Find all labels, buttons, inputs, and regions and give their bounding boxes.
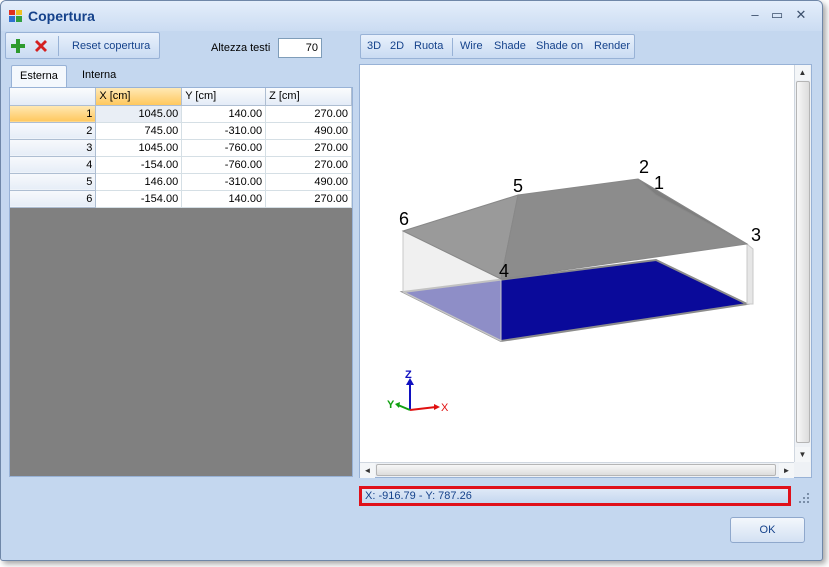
vertex-label-6: 6: [399, 209, 409, 229]
title-bar: Copertura – ▭ ✕: [1, 1, 822, 31]
roof-model-canvas[interactable]: 1 2 3 4 5 6 Z X Y: [360, 65, 794, 462]
coordinates-table: X [cm] Y [cm] Z [cm] 1 1045.00 140.00 27…: [10, 88, 352, 208]
scroll-up-icon[interactable]: ▲: [795, 65, 810, 80]
cell-z[interactable]: 270.00: [265, 105, 352, 123]
scroll-right-icon[interactable]: ►: [779, 463, 794, 478]
scroll-left-icon[interactable]: ◄: [360, 463, 375, 478]
altezza-testi-label: Altezza testi: [211, 42, 271, 54]
altezza-testi-input[interactable]: [278, 38, 322, 58]
table-row[interactable]: 5 146.00 -310.00 490.00: [10, 173, 352, 191]
minimize-button[interactable]: –: [747, 7, 763, 23]
view-3d-button[interactable]: 3D: [367, 40, 381, 52]
cell-z[interactable]: 270.00: [265, 190, 352, 208]
shade-button[interactable]: Shade: [494, 40, 526, 52]
cell-z[interactable]: 270.00: [265, 156, 352, 174]
tab-interna[interactable]: Interna: [74, 65, 124, 87]
cell-x[interactable]: 745.00: [95, 122, 183, 140]
view-toolbar: 3D 2D Ruota Wire Shade Shade on Render: [360, 34, 635, 59]
ok-button[interactable]: OK: [730, 517, 805, 543]
row-header[interactable]: 1: [10, 105, 97, 123]
render-button[interactable]: Render: [594, 40, 630, 52]
axis-y-label: Y: [387, 399, 395, 411]
grid-corner[interactable]: [10, 88, 97, 106]
rotate-button[interactable]: Ruota: [414, 40, 443, 52]
vertex-label-2: 2: [639, 157, 649, 177]
axis-z-label: Z: [405, 369, 412, 381]
vertex-label-5: 5: [513, 176, 523, 196]
cell-y[interactable]: -760.00: [181, 139, 267, 157]
cell-z[interactable]: 490.00: [265, 173, 352, 191]
cell-y[interactable]: 140.00: [181, 190, 267, 208]
vertical-scrollbar[interactable]: ▲ ▼: [794, 65, 811, 462]
table-row[interactable]: 1 1045.00 140.00 270.00: [10, 105, 352, 123]
scroll-down-icon[interactable]: ▼: [795, 447, 810, 462]
close-button[interactable]: ✕: [793, 7, 809, 23]
cell-x[interactable]: -154.00: [95, 190, 183, 208]
cell-x[interactable]: 146.00: [95, 173, 183, 191]
horizontal-scroll-thumb[interactable]: [376, 464, 776, 476]
row-header[interactable]: 3: [10, 139, 97, 157]
app-icon: [9, 10, 22, 22]
plus-icon[interactable]: [10, 38, 26, 54]
table-header-row: X [cm] Y [cm] Z [cm]: [10, 88, 352, 106]
reset-copertura-button[interactable]: Reset copertura: [66, 36, 156, 56]
copertura-window: Copertura – ▭ ✕ Reset copertura Altezza …: [0, 0, 823, 561]
column-header-z[interactable]: Z [cm]: [265, 88, 352, 106]
cell-z[interactable]: 490.00: [265, 122, 352, 140]
cell-x[interactable]: 1045.00: [95, 139, 183, 157]
column-header-y[interactable]: Y [cm]: [181, 88, 267, 106]
cell-x[interactable]: -154.00: [95, 156, 183, 174]
table-row[interactable]: 6 -154.00 140.00 270.00: [10, 190, 352, 208]
tab-esterna[interactable]: Esterna: [11, 65, 67, 87]
table-row[interactable]: 2 745.00 -310.00 490.00: [10, 122, 352, 140]
scroll-corner: [794, 462, 811, 477]
cell-x[interactable]: 1045.00: [95, 105, 183, 123]
edit-toolbar: Reset copertura: [5, 32, 160, 59]
cell-y[interactable]: -310.00: [181, 173, 267, 191]
coordinates-grid: X [cm] Y [cm] Z [cm] 1 1045.00 140.00 27…: [9, 87, 353, 477]
status-bar: X: -916.79 - Y: 787.26: [359, 486, 791, 506]
cell-z[interactable]: 270.00: [265, 139, 352, 157]
row-header[interactable]: 2: [10, 122, 97, 140]
axis-x-label: X: [441, 402, 449, 414]
row-header[interactable]: 4: [10, 156, 97, 174]
vertical-scroll-thumb[interactable]: [796, 81, 810, 443]
vertex-label-4: 4: [499, 261, 509, 281]
maximize-button[interactable]: ▭: [769, 7, 785, 23]
resize-grip-icon[interactable]: [797, 491, 811, 505]
vertex-label-1: 1: [654, 173, 664, 193]
vertex-label-3: 3: [751, 225, 761, 245]
axis-triad: Z X Y: [387, 369, 449, 414]
toolbar-separator: [452, 38, 453, 56]
shade-on-button[interactable]: Shade on: [536, 40, 583, 52]
toolbar-separator: [58, 36, 59, 56]
horizontal-scrollbar[interactable]: ◄ ►: [360, 462, 794, 478]
view-2d-button[interactable]: 2D: [390, 40, 404, 52]
cursor-coordinates: X: -916.79 - Y: 787.26: [365, 490, 472, 502]
wire-button[interactable]: Wire: [460, 40, 483, 52]
cell-y[interactable]: -310.00: [181, 122, 267, 140]
right-wall: [746, 242, 754, 305]
row-header[interactable]: 5: [10, 173, 97, 191]
cell-y[interactable]: 140.00: [181, 105, 267, 123]
table-row[interactable]: 3 1045.00 -760.00 270.00: [10, 139, 352, 157]
cell-y[interactable]: -760.00: [181, 156, 267, 174]
column-header-x[interactable]: X [cm]: [95, 88, 183, 106]
row-header[interactable]: 6: [10, 190, 97, 208]
3d-viewport[interactable]: 1 2 3 4 5 6 Z X Y ▲ ▼ ◄ ►: [359, 64, 812, 478]
table-row[interactable]: 4 -154.00 -760.00 270.00: [10, 156, 352, 174]
window-title: Copertura: [28, 8, 95, 24]
delete-icon[interactable]: [33, 38, 49, 54]
